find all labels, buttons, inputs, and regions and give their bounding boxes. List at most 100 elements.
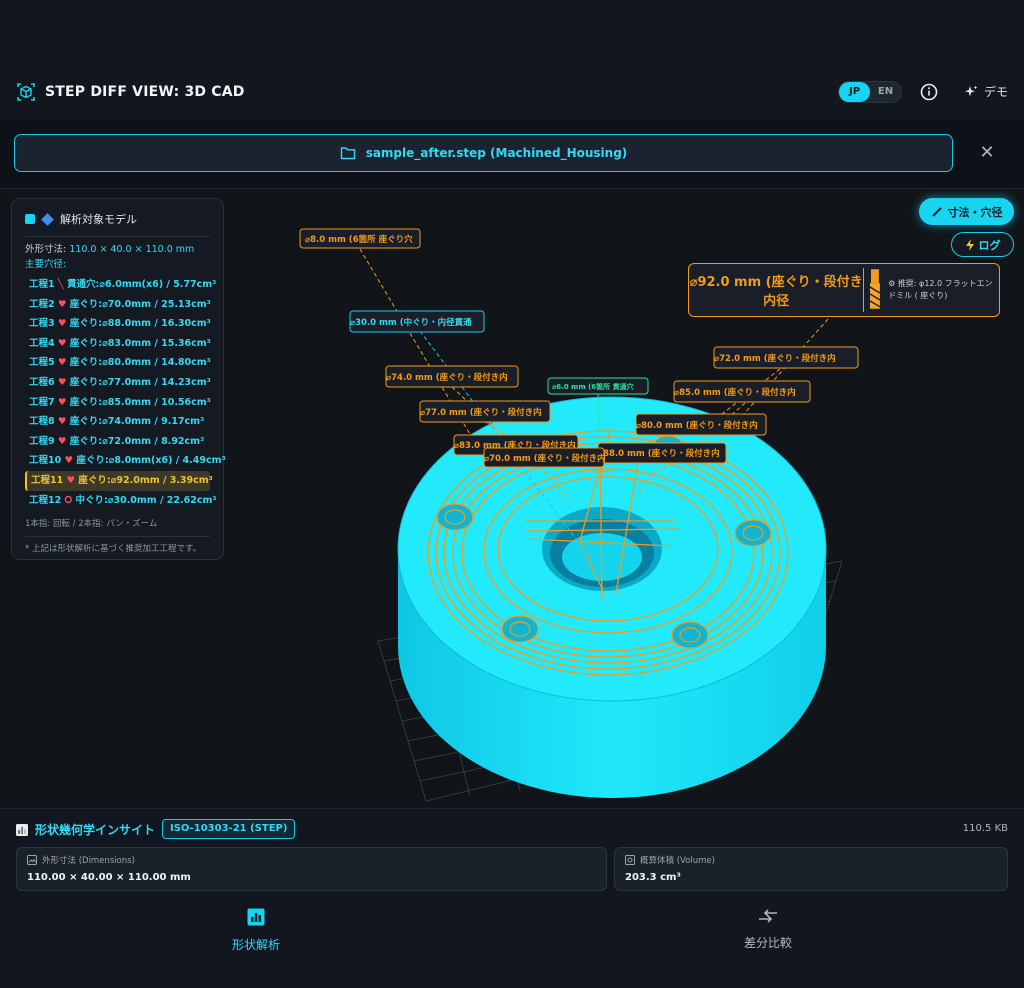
process-step-number: 工程8 bbox=[29, 416, 55, 428]
heart-icon: ♥ bbox=[54, 318, 70, 330]
process-step-number: 工程6 bbox=[29, 376, 55, 388]
dim-label-77[interactable]: ⌀77.0 mm (座ぐり・段付き内 bbox=[419, 400, 551, 423]
ring-icon: ⭘ bbox=[61, 494, 76, 506]
outer-size-label: 外形寸法: bbox=[25, 244, 70, 255]
process-item[interactable]: 工程1 ╲ 貫通穴:⌀6.0mm(x6) / 5.77cm³ bbox=[25, 275, 216, 295]
dimension-toggle-button[interactable]: 寸法・穴径 bbox=[919, 198, 1014, 225]
process-item[interactable]: 工程6 ♥ 座ぐり:⌀77.0mm / 14.23cm³ bbox=[25, 373, 211, 393]
dim-label-88[interactable]: ⌀88.0 mm (座ぐり・段付き内 bbox=[597, 442, 727, 464]
dimension-toggle-label: 寸法・穴径 bbox=[947, 205, 1003, 219]
gear-icon: ⚙ bbox=[888, 279, 898, 288]
demo-label: デモ bbox=[984, 85, 1009, 99]
close-icon[interactable]: ✕ bbox=[978, 144, 996, 162]
dim-label-text: ⌀30.0 mm (中ぐり・内径貫通 bbox=[350, 317, 472, 328]
target-icon bbox=[625, 855, 635, 865]
dim-label-8[interactable]: ⌀8.0 mm (6箇所 座ぐり穴 bbox=[299, 228, 421, 249]
process-item[interactable]: 工程12 ⭘ 中ぐり:⌀30.0mm / 22.62cm³ bbox=[25, 491, 217, 511]
process-item[interactable]: 工程4 ♥ 座ぐり:⌀83.0mm / 15.36cm³ bbox=[25, 334, 211, 354]
process-item[interactable]: 工程7 ♥ 座ぐり:⌀85.0mm / 10.56cm³ bbox=[25, 393, 211, 413]
gesture-hint: 1本指: 回転 / 2本指: パン・ズーム bbox=[25, 519, 158, 530]
log-label: ログ bbox=[978, 238, 1001, 252]
process-step-number: 工程2 bbox=[29, 298, 55, 310]
language-toggle[interactable]: JP EN bbox=[838, 81, 902, 103]
dim-label-text: ⌀88.0 mm (座ぐり・段付き内 bbox=[598, 448, 720, 459]
heart-icon: ♥ bbox=[54, 357, 70, 369]
process-item[interactable]: 工程2 ♥ 座ぐり:⌀70.0mm / 25.13cm³ bbox=[25, 295, 211, 315]
dim-label-text: ⌀74.0 mm (座ぐり・段付き内 bbox=[386, 372, 508, 383]
dim-label-6[interactable]: ⌀6.0 mm (6箇所 貫通穴 bbox=[547, 377, 649, 395]
bottom-navigation: 形状解析 差分比較 bbox=[0, 898, 1024, 988]
process-text: 座ぐり:⌀85.0mm / 10.56cm³ bbox=[69, 396, 211, 408]
dim-label-72[interactable]: ⌀72.0 mm (座ぐり・段付き内 bbox=[713, 346, 859, 369]
outer-size: 外形寸法: 110.0 × 40.0 × 110.0 mm bbox=[25, 243, 210, 257]
outer-size-value: 110.0 × 40.0 × 110.0 mm bbox=[69, 244, 195, 255]
dim-label-30[interactable]: ⌀30.0 mm (中ぐり・内径貫通 bbox=[349, 310, 485, 333]
lightning-icon bbox=[965, 238, 974, 251]
brand: STEP DIFF VIEW: 3D CAD bbox=[16, 82, 245, 102]
demo-button[interactable]: デモ bbox=[963, 83, 1008, 100]
process-text: 座ぐり:⌀72.0mm / 8.92cm³ bbox=[69, 435, 205, 447]
heart-icon: ♥ bbox=[54, 435, 70, 447]
heart-icon: ♥ bbox=[54, 396, 70, 408]
swap-arrows-icon bbox=[759, 909, 777, 923]
process-text: 貫通穴:⌀6.0mm(x6) / 5.77cm³ bbox=[66, 279, 217, 290]
lang-en-option[interactable]: EN bbox=[870, 82, 901, 102]
process-list: 工程1 ╲ 貫通穴:⌀6.0mm(x6) / 5.77cm³ 工程2 ♥ 座ぐり:… bbox=[25, 275, 226, 511]
process-step-number: 工程1 bbox=[29, 279, 55, 290]
dim-label-text: ⌀85.0 mm (座ぐり・段付き内 bbox=[674, 387, 796, 398]
callout-recommendation-text: 推奨: φ12.0 フラットエンドミル ( 座ぐり) bbox=[888, 279, 993, 300]
dim-label-80[interactable]: ⌀80.0 mm (座ぐり・段付き内 bbox=[635, 413, 767, 436]
process-step-number: 工程7 bbox=[29, 396, 55, 408]
sparkle-icon bbox=[965, 85, 978, 96]
heart-icon: ♥ bbox=[54, 416, 70, 428]
process-item[interactable]: 工程9 ♥ 座ぐり:⌀72.0mm / 8.92cm³ bbox=[25, 432, 210, 452]
file-name: sample_after.step (Machined_Housing) bbox=[365, 146, 628, 160]
hole-list-label: 主要穴径: bbox=[25, 259, 67, 270]
divider bbox=[25, 236, 210, 237]
dim-label-text: ⌀8.0 mm (6箇所 座ぐり穴 bbox=[305, 234, 413, 245]
process-step-number: 工程9 bbox=[29, 435, 55, 447]
analysis-panel: 解析対象モデル 外形寸法: 110.0 × 40.0 × 110.0 mm 主要… bbox=[11, 198, 226, 560]
process-text: 座ぐり:⌀70.0mm / 25.13cm³ bbox=[69, 298, 211, 310]
process-item[interactable]: 工程10 ♥ 座ぐり:⌀8.0mm(x6) / 4.49cm³ bbox=[25, 451, 226, 471]
process-item[interactable]: 工程8 ♥ 座ぐり:⌀74.0mm / 9.17cm³ bbox=[25, 412, 210, 432]
panel-title: 解析対象モデル bbox=[60, 213, 137, 226]
process-text: 座ぐり:⌀80.0mm / 14.80cm³ bbox=[69, 357, 211, 369]
file-selector[interactable]: sample_after.step (Machined_Housing) bbox=[14, 134, 953, 172]
process-text: 座ぐり:⌀77.0mm / 14.23cm³ bbox=[69, 376, 211, 388]
dim-label-85[interactable]: ⌀85.0 mm (座ぐり・段付き内 bbox=[673, 380, 811, 403]
dim-label-70[interactable]: ⌀70.0 mm (座ぐり・段付き内 bbox=[483, 447, 606, 468]
diamond-icon bbox=[41, 212, 54, 226]
heart-icon: ♥ bbox=[54, 337, 70, 349]
lang-jp-option[interactable]: JP bbox=[839, 82, 870, 102]
dim-label-text: ⌀77.0 mm (座ぐり・段付き内 bbox=[420, 407, 542, 418]
process-item[interactable]: 工程3 ♥ 座ぐり:⌀88.0mm / 16.30cm³ bbox=[25, 314, 211, 334]
nav-diff-compare[interactable]: 差分比較 bbox=[708, 908, 828, 951]
drill-icon: ╲ bbox=[54, 279, 67, 290]
info-icon[interactable] bbox=[920, 83, 938, 101]
dim-label-74[interactable]: ⌀74.0 mm (座ぐり・段付き内 bbox=[385, 365, 519, 388]
log-button[interactable]: ログ bbox=[951, 232, 1014, 257]
process-item[interactable]: 工程5 ♥ 座ぐり:⌀80.0mm / 14.80cm³ bbox=[25, 353, 211, 373]
process-step-number: 工程5 bbox=[29, 357, 55, 369]
process-item[interactable]: 工程11 ♥ 座ぐり:⌀92.0mm / 3.39cm³ bbox=[25, 470, 213, 491]
selected-feature-callout[interactable]: ⌀92.0 mm (座ぐり・段付き内径 ⚙ 推奨: φ12.0 フラットエンドミ… bbox=[688, 263, 1000, 317]
folder-icon bbox=[340, 147, 355, 160]
insight-title-text: 形状幾何学インサイト bbox=[35, 823, 156, 837]
dim-label-text: ⌀70.0 mm (座ぐり・段付き内 bbox=[484, 453, 606, 464]
footnote: * 上記は形状解析に基づく推奨加工工程です。 bbox=[25, 544, 202, 555]
dimensions-card-label: 外形寸法 (Dimensions) bbox=[27, 854, 596, 866]
heart-icon: ♥ bbox=[63, 474, 79, 486]
nav-shape-analysis[interactable]: 形状解析 bbox=[196, 908, 316, 953]
dimensions-value: 110.00 × 40.00 × 110.00 mm bbox=[27, 872, 191, 883]
ruler-icon bbox=[931, 206, 942, 217]
insight-title: 形状幾何学インサイト bbox=[16, 821, 155, 838]
process-step-number: 工程3 bbox=[29, 318, 55, 330]
process-step-number: 工程10 bbox=[29, 455, 62, 467]
dimensions-label-text: 外形寸法 (Dimensions) bbox=[42, 856, 135, 866]
image-frame-icon bbox=[27, 855, 37, 865]
heart-icon: ♥ bbox=[54, 376, 70, 388]
app-title: STEP DIFF VIEW: 3D CAD bbox=[45, 84, 245, 100]
process-text: 座ぐり:⌀92.0mm / 3.39cm³ bbox=[78, 474, 213, 486]
process-text: 座ぐり:⌀88.0mm / 16.30cm³ bbox=[69, 318, 211, 330]
